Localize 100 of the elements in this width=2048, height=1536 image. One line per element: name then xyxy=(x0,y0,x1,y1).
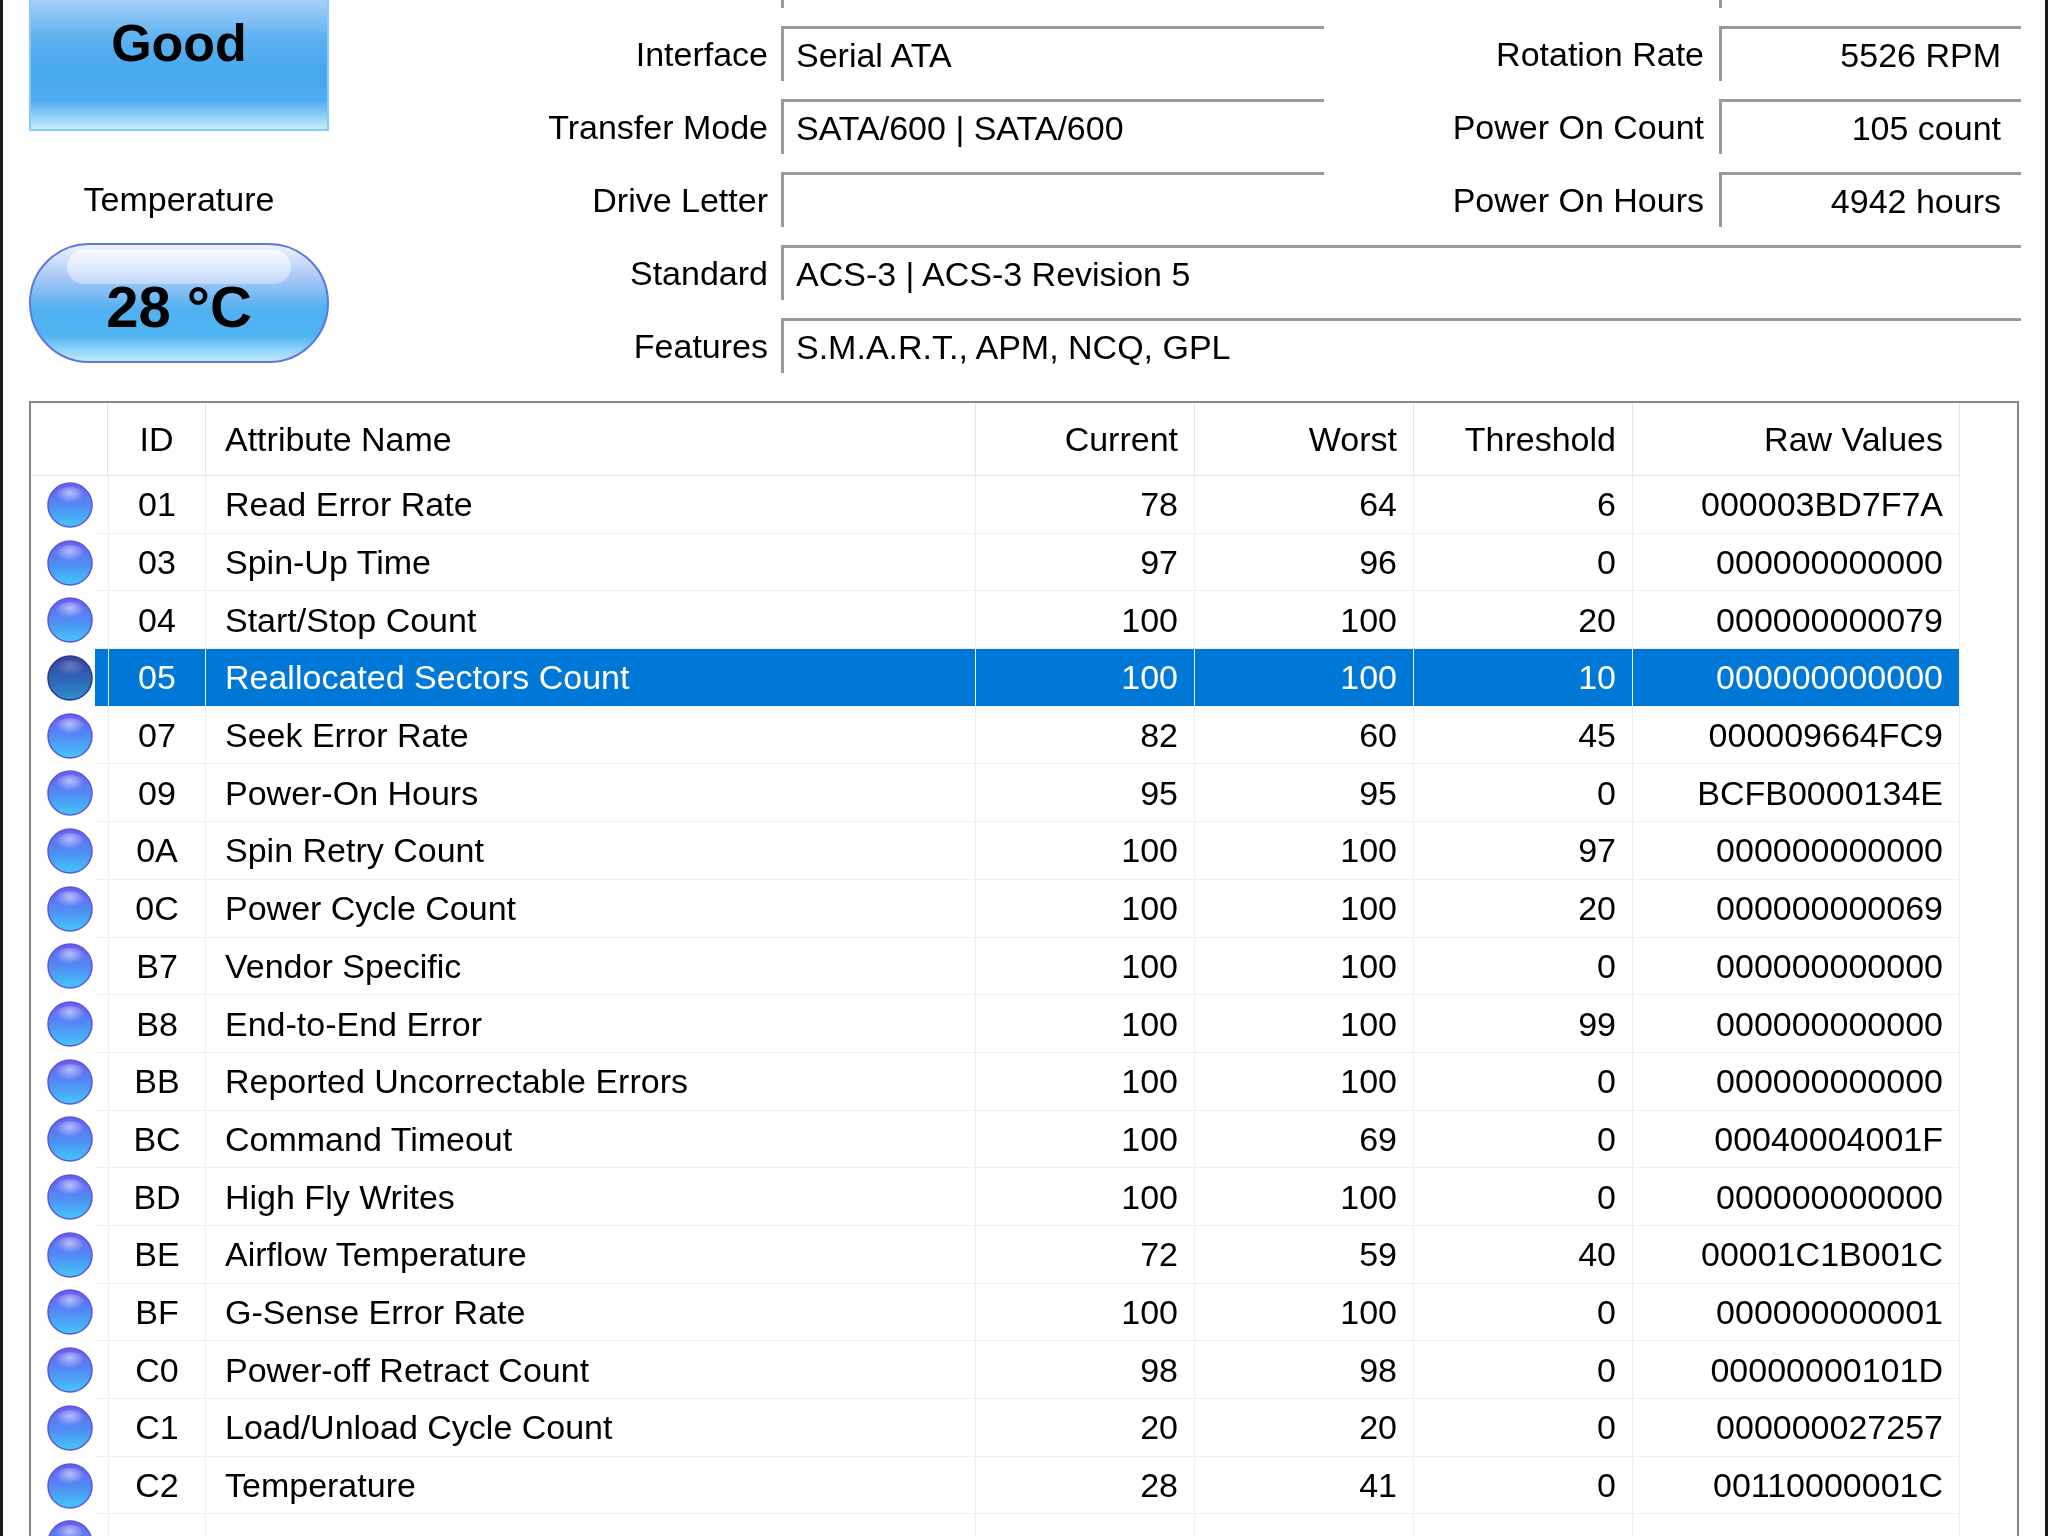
table-cell: 100 xyxy=(1195,937,1414,995)
table-row[interactable]: B8 End-to-End Error 100 100 99 000000000000 xyxy=(95,995,1960,1053)
table-cell: 04 xyxy=(108,591,206,649)
table-cell: 00110000001C xyxy=(1633,1456,1960,1514)
temperature-button[interactable]: 28 °C xyxy=(29,243,329,363)
status-dot-icon xyxy=(47,481,93,528)
column-header[interactable]: ID xyxy=(108,403,206,475)
table-row[interactable]: BD High Fly Writes 100 100 0 000000000000 xyxy=(95,1168,1960,1226)
table-row[interactable]: C0 Power-off Retract Count 98 98 0 00000000101D xyxy=(95,1341,1960,1399)
table-row[interactable]: 04 Start/Stop Count 100 100 20 000000000079 xyxy=(95,591,1960,650)
table-cell: 000000000000 xyxy=(1633,995,1960,1052)
table-cell: B8 xyxy=(108,995,206,1052)
status-dot-icon xyxy=(47,1404,93,1451)
field-label: Rotation Rate xyxy=(1495,36,1704,71)
table-cell: Spin Retry Count xyxy=(206,822,976,879)
table-cell: 100 xyxy=(976,649,1195,706)
table-cell: 100 xyxy=(1195,1052,1414,1110)
field-label: Standard xyxy=(629,255,768,290)
table-row[interactable]: B7 Vendor Specific 100 100 0 000000000000 xyxy=(95,937,1960,996)
table-cell: 100 xyxy=(976,937,1195,995)
table-cell: 0 xyxy=(1414,1399,1633,1456)
table-row[interactable]: BB Reported Uncorrectable Errors 100 100 0 000000000000 xyxy=(95,1052,1960,1111)
table-cell: BB xyxy=(108,1052,206,1110)
field-label: Drive Letter xyxy=(591,182,768,217)
table-cell: Power Cycle Count xyxy=(206,879,976,937)
table-cell: 95 xyxy=(976,764,1195,822)
table-cell: BE xyxy=(108,1225,206,1283)
table-cell: 000000000000 xyxy=(1633,1052,1960,1110)
table-cell: Seek Error Rate xyxy=(206,706,976,764)
status-dot-icon xyxy=(47,1001,93,1048)
table-cell: 000000000069 xyxy=(1633,879,1960,937)
table-cell: 000009664FC9 xyxy=(1633,706,1960,764)
table-row[interactable]: 09 Power-On Hours 95 95 0 BCFB0000134E xyxy=(95,764,1960,823)
field-label: Features xyxy=(632,328,768,363)
table-cell: 28 xyxy=(976,1456,1195,1514)
table-cell: 0 xyxy=(1414,1341,1633,1398)
table-cell: Reallocated Sectors Count xyxy=(206,649,976,706)
status-dot-icon xyxy=(47,885,93,932)
value-field[interactable]: S.M.A.R.T., APM, NCQ, GPL xyxy=(781,318,2021,373)
table-cell: 000000000000 xyxy=(1633,649,1960,706)
value-field[interactable]: SATA/600 | SATA/600 xyxy=(781,99,1324,154)
table-cell: C0 xyxy=(108,1341,206,1398)
column-header[interactable]: Threshold xyxy=(1414,403,1633,475)
table-row[interactable]: BE Airflow Temperature 72 59 40 00001C1B001C xyxy=(95,1225,1960,1284)
table-cell: 07 xyxy=(108,706,206,764)
table-row[interactable]: 05 Reallocated Sectors Count 100 100 10 000000000000 xyxy=(95,649,1960,707)
table-cell: 100 xyxy=(976,822,1195,879)
temperature-label: Temperature xyxy=(83,179,275,219)
table-row[interactable]: C1 Load/Unload Cycle Count 20 20 0 000000027257 xyxy=(95,1399,1960,1457)
table-cell: 98 xyxy=(1195,1341,1414,1398)
column-header[interactable]: Worst xyxy=(1195,403,1414,475)
table-cell: 100 xyxy=(976,879,1195,937)
table-cell: 100 xyxy=(976,1283,1195,1341)
table-cell: 000000000001 xyxy=(1633,1283,1960,1341)
table-cell: 000000027257 xyxy=(1633,1399,1960,1456)
value-field[interactable] xyxy=(781,172,1324,227)
table-cell: Power-off Retract Count xyxy=(206,1341,976,1398)
table-row[interactable]: 03 Spin-Up Time 97 96 0 000000000000 xyxy=(95,533,1960,592)
table-cell: 99 xyxy=(1414,995,1633,1052)
health-status-button[interactable]: Good xyxy=(29,0,329,131)
table-cell: 05 xyxy=(108,649,206,706)
column-header[interactable]: Raw Values xyxy=(1633,403,1960,475)
table-cell: 0 xyxy=(1414,1052,1633,1110)
table-cell: 0C xyxy=(108,879,206,937)
value-field[interactable]: 4942 hours xyxy=(1719,172,2021,227)
value-field[interactable]: 105 count xyxy=(1719,99,2021,154)
table-cell: 000000000079 xyxy=(1633,591,1960,649)
table-row[interactable]: C2 Temperature 28 41 0 00110000001C xyxy=(95,1456,1960,1515)
status-dot-icon xyxy=(47,1174,93,1221)
table-row[interactable]: 0C Power Cycle Count 100 100 20 000000000069 xyxy=(95,879,1960,938)
table-row[interactable]: BF G-Sense Error Rate 100 100 0 000000000001 xyxy=(95,1283,1960,1342)
table-cell: 100 xyxy=(1195,879,1414,937)
column-header[interactable]: Current xyxy=(976,403,1195,475)
table-cell: C2 xyxy=(108,1456,206,1514)
table-cell: 0 xyxy=(1414,1110,1633,1168)
table-row[interactable]: 07 Seek Error Rate 82 60 45 000009664FC9 xyxy=(95,706,1960,765)
value-field[interactable]: ACS-3 | ACS-3 Revision 5 xyxy=(781,245,2021,300)
value-field[interactable]: 5526 RPM xyxy=(1719,26,2021,81)
table-row[interactable]: 01 Read Error Rate 78 64 6 000003BD7F7A xyxy=(95,476,1960,534)
column-header[interactable]: Attribute Name xyxy=(206,403,976,475)
table-cell: 01 xyxy=(108,476,206,533)
status-dot-icon xyxy=(47,827,93,874)
table-cell: 00040004001F xyxy=(1633,1110,1960,1168)
status-dot-icon xyxy=(47,1462,93,1509)
table-cell: 6 xyxy=(1414,476,1633,533)
table-cell: 000003BD7F7A xyxy=(1633,476,1960,533)
table-cell: Command Timeout xyxy=(206,1110,976,1168)
table-cell: 00000000101D xyxy=(1633,1341,1960,1398)
field-label: Interface xyxy=(634,36,768,71)
table-row[interactable]: 0A Spin Retry Count 100 100 97 000000000000 xyxy=(95,822,1960,880)
table-cell: 100 xyxy=(976,995,1195,1052)
table-cell: 0 xyxy=(1414,1168,1633,1225)
table-cell: 000000000000 xyxy=(1633,822,1960,879)
table-cell: 95 xyxy=(1195,764,1414,822)
status-dot-icon xyxy=(47,1116,93,1163)
table-cell: 64 xyxy=(1195,476,1414,533)
table-row[interactable]: BC Command Timeout 100 69 0 00040004001F xyxy=(95,1110,1960,1169)
value-field[interactable]: Serial ATA xyxy=(781,26,1324,81)
status-dot-icon xyxy=(47,1289,93,1336)
table-cell: 72 xyxy=(976,1225,1195,1283)
